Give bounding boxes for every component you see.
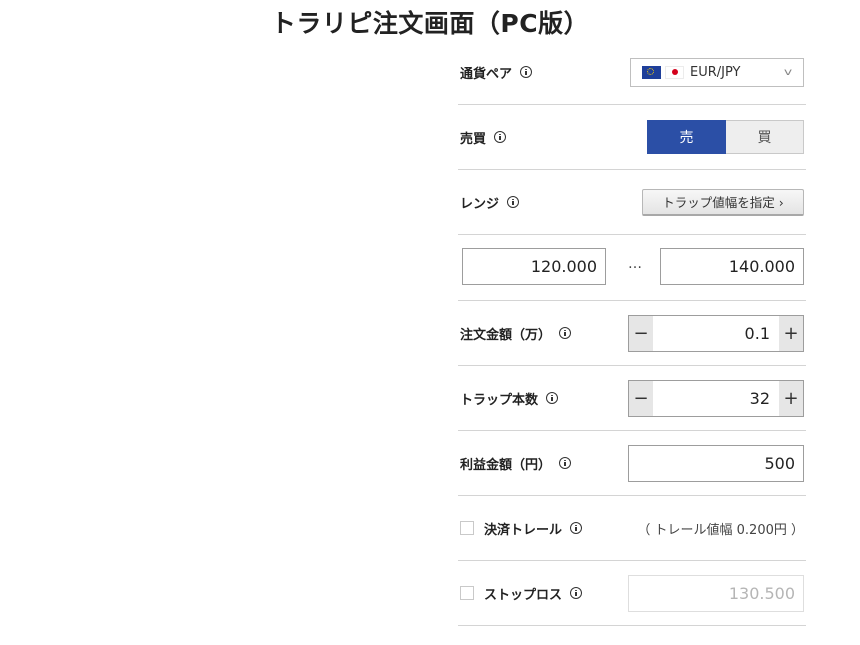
page-title: トラリピ注文画面（PC版） xyxy=(270,9,590,38)
pair-label-group: 通貨ペア xyxy=(458,63,533,82)
side-label: 売買 xyxy=(460,131,487,147)
info-icon[interactable] xyxy=(559,327,572,339)
trap-width-button[interactable]: トラップ値幅を指定 › xyxy=(642,188,804,216)
amount-row: 注文金額（万） − 0.1 + xyxy=(458,301,806,366)
info-icon[interactable] xyxy=(507,196,520,208)
range-high-input[interactable]: 140.000 xyxy=(660,248,804,285)
chevron-down-icon: v xyxy=(783,66,793,78)
range-row: レンジ トラップ値幅を指定 › xyxy=(458,170,806,235)
info-icon[interactable] xyxy=(570,587,583,599)
amount-stepper: − 0.1 + xyxy=(628,314,804,352)
trail-note: （ トレール値幅 0.200円 ） xyxy=(637,522,804,538)
amount-label-group: 注文金額（万） xyxy=(458,324,572,343)
buy-button[interactable]: 買 xyxy=(726,120,804,154)
amount-input[interactable]: 0.1 xyxy=(653,324,779,343)
profit-label-group: 利益金額（円） xyxy=(458,454,572,473)
range-separator: … xyxy=(628,256,642,272)
stoploss-checkbox[interactable] xyxy=(460,586,474,600)
traps-plus-button[interactable]: + xyxy=(779,380,803,416)
info-icon[interactable] xyxy=(494,131,507,143)
pair-value: EUR/JPY xyxy=(690,64,741,80)
stoploss-label: ストップロス xyxy=(484,587,563,603)
profit-row: 利益金額（円） 500 xyxy=(458,431,806,496)
trail-checkbox[interactable] xyxy=(460,521,474,535)
trail-row: 決済トレール （ トレール値幅 0.200円 ） xyxy=(458,496,806,561)
pair-label: 通貨ペア xyxy=(460,66,513,82)
range-low-input[interactable]: 120.000 xyxy=(462,248,606,285)
traps-label: トラップ本数 xyxy=(460,392,539,408)
sell-button[interactable]: 売 xyxy=(647,120,726,154)
trail-label: 決済トレール xyxy=(484,522,563,538)
traps-label-group: トラップ本数 xyxy=(458,389,559,408)
eu-flag-icon xyxy=(642,65,661,79)
pair-row: 通貨ペア EUR/JPY v xyxy=(458,40,806,105)
order-panel: 通貨ペア EUR/JPY v 売買 売 買 レンジ トラップ値幅を指定 › 12… xyxy=(458,40,806,626)
side-label-group: 売買 xyxy=(458,128,507,147)
range-label: レンジ xyxy=(460,196,500,212)
info-icon[interactable] xyxy=(520,66,533,78)
traps-input[interactable]: 32 xyxy=(653,389,779,408)
side-row: 売買 売 買 xyxy=(458,105,806,170)
traps-minus-button[interactable]: − xyxy=(629,380,653,416)
traps-stepper: − 32 + xyxy=(628,379,804,417)
traps-row: トラップ本数 − 32 + xyxy=(458,366,806,431)
info-icon[interactable] xyxy=(559,457,572,469)
amount-label: 注文金額（万） xyxy=(460,327,552,343)
profit-input[interactable]: 500 xyxy=(628,444,804,482)
amount-minus-button[interactable]: − xyxy=(629,315,653,351)
side-toggle: 売 買 xyxy=(647,120,804,154)
amount-plus-button[interactable]: + xyxy=(779,315,803,351)
stoploss-row: ストップロス 130.500 xyxy=(458,561,806,626)
profit-label: 利益金額（円） xyxy=(460,457,552,473)
range-label-group: レンジ xyxy=(458,193,520,212)
stoploss-input[interactable]: 130.500 xyxy=(628,574,804,612)
currency-pair-select[interactable]: EUR/JPY v xyxy=(630,57,804,87)
trail-label-group: 決済トレール xyxy=(458,519,583,538)
info-icon[interactable] xyxy=(570,522,583,534)
stoploss-label-group: ストップロス xyxy=(458,584,583,603)
japan-flag-icon xyxy=(665,65,684,79)
range-inputs-row: 120.000 … 140.000 xyxy=(458,235,806,301)
info-icon[interactable] xyxy=(546,392,559,404)
